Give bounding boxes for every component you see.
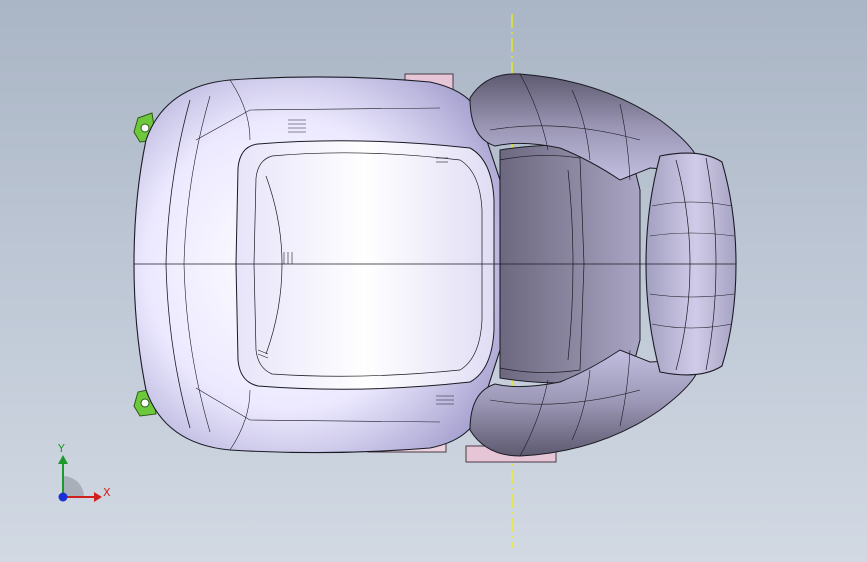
- z-axis-dot: [58, 492, 68, 502]
- y-axis-label: Y: [58, 442, 65, 455]
- x-axis-label: X: [103, 486, 111, 499]
- cad-viewport[interactable]: X Y: [0, 0, 867, 562]
- x-axis-arrowhead: [94, 492, 102, 502]
- coordinate-triad[interactable]: [58, 455, 102, 502]
- seat-cushion-inner[interactable]: [235, 140, 495, 390]
- seat-model[interactable]: [0, 0, 867, 562]
- y-axis-arrowhead: [58, 455, 68, 464]
